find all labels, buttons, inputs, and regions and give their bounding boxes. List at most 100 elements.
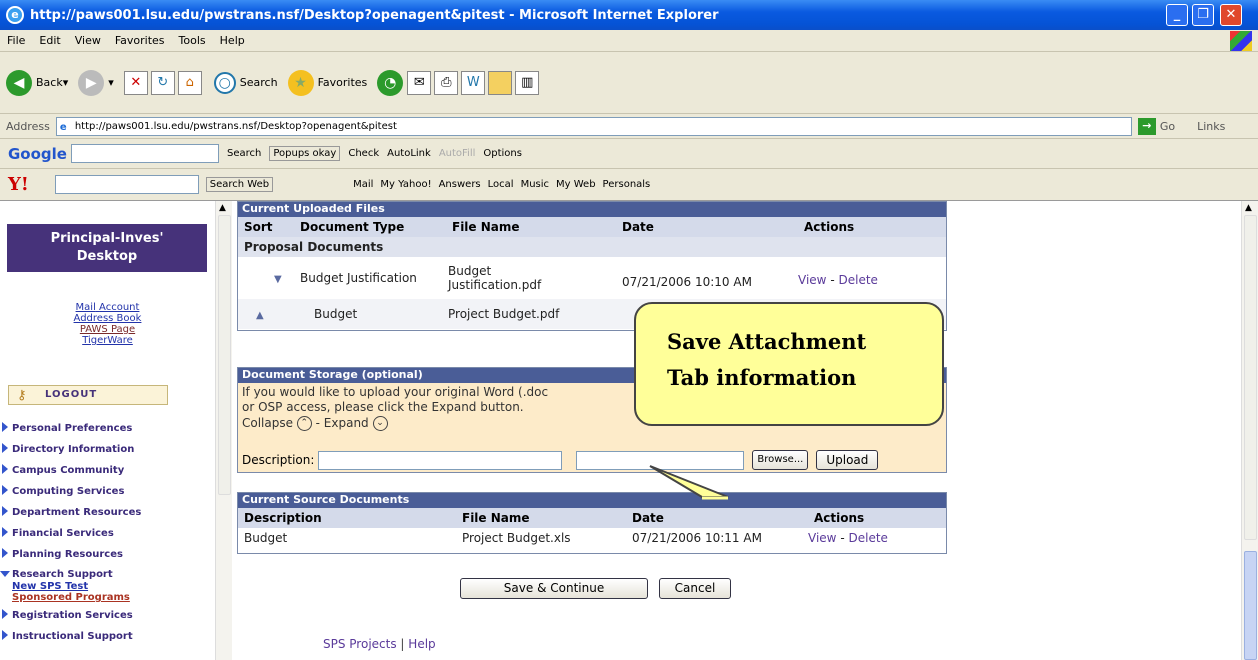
search-icon: ○ xyxy=(213,71,236,94)
left-scrollbar[interactable]: ▲ xyxy=(215,201,232,660)
save-continue-button[interactable]: Save & Continue xyxy=(460,578,648,599)
view-link[interactable]: View xyxy=(798,273,826,287)
file-name-line1: Budget xyxy=(448,264,492,278)
cancel-button[interactable]: Cancel xyxy=(659,578,731,599)
stop-icon[interactable]: ✕ xyxy=(123,70,148,95)
file-path-input[interactable] xyxy=(576,450,745,470)
nav-research-support[interactable]: Research Support xyxy=(0,565,215,581)
nav-financial-services[interactable]: Financial Services xyxy=(0,523,215,544)
col-actions: Actions xyxy=(808,508,946,528)
print-icon[interactable]: ⎙ xyxy=(434,70,459,95)
source-date: 07/21/2006 10:11 AM xyxy=(632,531,762,545)
col-document-type: Document Type xyxy=(294,217,446,237)
menu-file[interactable]: File xyxy=(0,34,32,47)
google-logo[interactable]: Google xyxy=(0,145,71,163)
address-book-link[interactable]: Address Book xyxy=(0,313,215,324)
history-icon[interactable]: ◔ xyxy=(377,69,404,96)
go-button[interactable]: → Go xyxy=(1137,117,1175,135)
main-scroll-thumb[interactable] xyxy=(1244,551,1257,660)
nav-sponsored-programs[interactable]: Sponsored Programs xyxy=(0,592,215,603)
popups-okay-button[interactable]: Popups okay xyxy=(269,146,341,161)
go-arrow-icon: → xyxy=(1137,117,1156,135)
yahoo-search-input[interactable] xyxy=(54,175,199,194)
banner-line1: Principal-Inves' xyxy=(50,231,164,246)
expand-icon[interactable]: ⌄ xyxy=(372,416,388,431)
google-search-input[interactable] xyxy=(70,144,219,163)
menu-help[interactable]: Help xyxy=(213,34,252,47)
source-documents-heading: Current Source Documents xyxy=(238,493,946,508)
logout-button[interactable]: ⚷ LOGOUT xyxy=(8,385,168,405)
personals-button[interactable]: Personals xyxy=(603,179,651,190)
menu-view[interactable]: View xyxy=(68,34,108,47)
menu-tools[interactable]: Tools xyxy=(172,34,213,47)
menu-edit[interactable]: Edit xyxy=(32,34,67,47)
google-search-button[interactable]: Search xyxy=(227,148,261,159)
check-button[interactable]: Check xyxy=(348,148,379,159)
answers-button[interactable]: Answers xyxy=(439,179,481,190)
menu-favorites[interactable]: Favorites xyxy=(108,34,172,47)
address-input[interactable]: http://paws001.lsu.edu/pwstrans.nsf/Desk… xyxy=(55,116,1132,136)
nav-campus-community[interactable]: Campus Community xyxy=(0,460,215,481)
my-yahoo-button[interactable]: My Yahoo! xyxy=(380,179,431,190)
help-link[interactable]: Help xyxy=(408,637,435,651)
yahoo-mail-button[interactable]: Mail xyxy=(353,179,373,190)
upload-button[interactable]: Upload xyxy=(816,450,879,470)
save-attachment-callout: Save Attachment Tab information xyxy=(634,302,944,426)
scroll-up-icon[interactable]: ▲ xyxy=(219,203,226,213)
forward-button[interactable]: ▶ ▾ xyxy=(78,69,114,96)
nav-directory-information[interactable]: Directory Information xyxy=(0,439,215,460)
file-name-line2: Justification.pdf xyxy=(448,278,542,292)
music-button[interactable]: Music xyxy=(521,179,549,190)
collapse-icon[interactable]: ⌃ xyxy=(296,416,312,431)
sps-projects-link[interactable]: SPS Projects xyxy=(323,637,397,651)
view-link[interactable]: View xyxy=(808,531,836,545)
tigerware-link[interactable]: TigerWare xyxy=(0,335,215,346)
back-button[interactable]: ◀ Back ▾ xyxy=(6,69,68,96)
minimize-button[interactable]: _ xyxy=(1166,4,1188,26)
window-title: http://paws001.lsu.edu/pwstrans.nsf/Desk… xyxy=(30,7,719,23)
sort-up-icon[interactable]: ▲ xyxy=(256,310,264,321)
folder-icon[interactable] xyxy=(488,70,513,95)
refresh-icon[interactable]: ↻ xyxy=(150,70,175,95)
maximize-button[interactable]: ❐ xyxy=(1192,4,1214,26)
nav-registration-services[interactable]: Registration Services xyxy=(0,605,215,626)
scroll-up-icon[interactable]: ▲ xyxy=(1245,203,1252,213)
ie-icon: e xyxy=(6,6,24,24)
nav-computing-services[interactable]: Computing Services xyxy=(0,481,215,502)
word-icon[interactable]: W xyxy=(461,70,486,95)
sort-down-icon[interactable]: ▼ xyxy=(274,274,282,285)
mail-account-link[interactable]: Mail Account xyxy=(0,302,215,313)
key-icon: ⚷ xyxy=(17,388,28,403)
uploaded-files-heading: Current Uploaded Files xyxy=(238,202,946,217)
nav-instructional-support[interactable]: Instructional Support xyxy=(0,626,215,647)
nav-department-resources[interactable]: Department Resources xyxy=(0,502,215,523)
mail-icon[interactable]: ✉ xyxy=(407,70,432,95)
delete-link[interactable]: Delete xyxy=(848,531,887,545)
nav-planning-resources[interactable]: Planning Resources xyxy=(0,544,215,565)
my-web-button[interactable]: My Web xyxy=(556,179,596,190)
autofill-button[interactable]: AutoFill xyxy=(439,148,476,159)
search-button[interactable]: ○ Search xyxy=(213,71,278,94)
delete-link[interactable]: Delete xyxy=(838,273,877,287)
browse-button[interactable]: Browse... xyxy=(752,450,809,470)
favorites-button[interactable]: ★ Favorites xyxy=(287,69,367,96)
left-scroll-thumb[interactable] xyxy=(218,215,231,495)
desktop-banner: Principal-Inves' Desktop xyxy=(7,224,207,272)
close-button[interactable]: ✕ xyxy=(1220,4,1242,26)
yahoo-logo[interactable]: Y! xyxy=(0,174,35,195)
links-button[interactable]: Links xyxy=(1197,120,1225,133)
main-scrollbar[interactable]: ▲ xyxy=(1241,201,1258,660)
windows-logo-icon xyxy=(1230,31,1252,51)
search-web-button[interactable]: Search Web xyxy=(205,177,274,192)
description-input[interactable] xyxy=(318,450,563,470)
paws-page-link[interactable]: PAWS Page xyxy=(0,324,215,335)
window-title-bar: e http://paws001.lsu.edu/pwstrans.nsf/De… xyxy=(0,0,1258,30)
nav-personal-preferences[interactable]: Personal Preferences xyxy=(0,418,215,439)
home-icon[interactable]: ⌂ xyxy=(177,70,202,95)
research-icon[interactable]: ▥ xyxy=(515,70,540,95)
col-date: Date xyxy=(616,217,798,237)
autolink-button[interactable]: AutoLink xyxy=(387,148,431,159)
local-button[interactable]: Local xyxy=(488,179,514,190)
nav-new-sps-test[interactable]: New SPS Test xyxy=(0,581,215,592)
options-button[interactable]: Options xyxy=(483,148,522,159)
